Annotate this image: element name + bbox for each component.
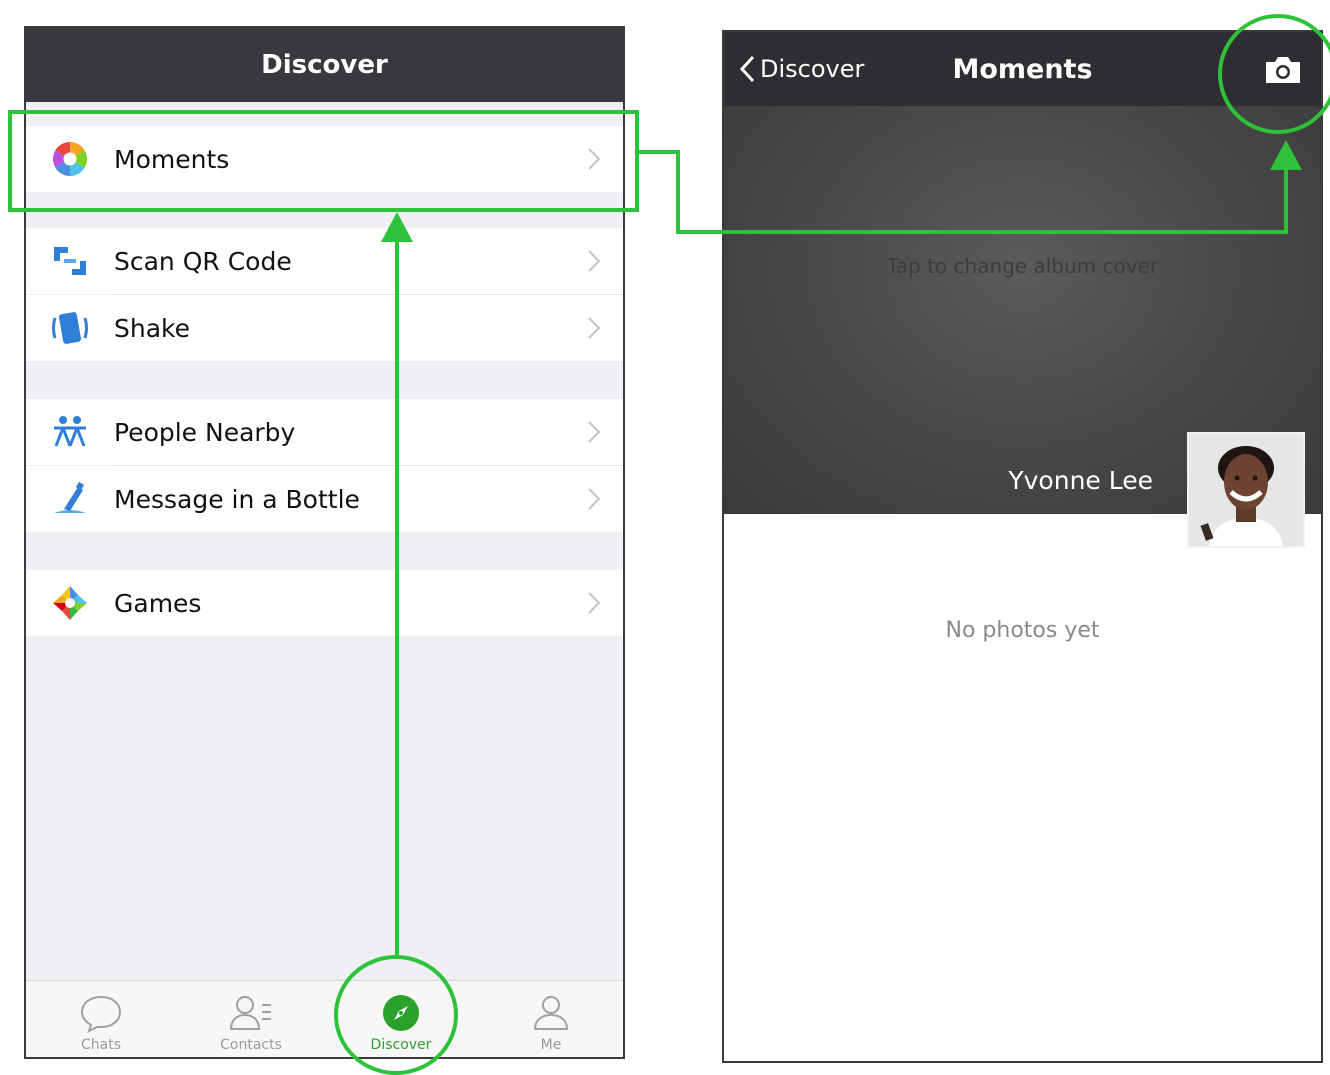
bottle-icon [54,481,86,513]
chevron-right-icon [588,317,601,339]
menu-item-people-nearby[interactable]: People Nearby [26,399,623,465]
tab-label: Chats [80,1037,121,1053]
empty-state-text: No photos yet [945,618,1100,643]
menu-item-label: People Nearby [114,417,296,447]
tab-discover[interactable]: Discover [326,981,476,1057]
menu-item-shake[interactable]: Shake [26,295,623,361]
page-title: Moments [952,54,1093,85]
chevron-right-icon [588,488,601,510]
chevron-right-icon [588,421,601,443]
menu-item-label: Message in a Bottle [114,484,360,514]
chevron-right-icon [588,148,601,170]
discover-screen: Discover Moments Scan QR Code Shake Peop… [24,26,625,1059]
tab-label: Me [540,1037,562,1053]
chat-bubble-icon [80,995,122,1033]
people-nearby-icon [54,416,86,447]
compass-icon [383,995,419,1031]
shake-icon [52,312,88,344]
camera-icon[interactable] [1263,54,1303,86]
menu-item-label: Shake [114,313,191,343]
person-icon [533,996,569,1030]
contacts-icon [229,996,271,1030]
tab-bar: Chats Contacts Discover Me [26,980,623,1057]
avatar-photo [1189,434,1303,546]
menu-item-scan-qr-code[interactable]: Scan QR Code [26,228,623,294]
tab-chats[interactable]: Chats [26,981,176,1057]
discover-title: Discover [261,50,388,80]
chevron-right-icon [588,250,601,272]
moments-navbar: Discover Moments [724,32,1321,106]
tab-contacts[interactable]: Contacts [176,981,326,1057]
tab-label: Discover [370,1037,432,1053]
user-name: Yvonne Lee [1008,466,1153,495]
menu-item-message-in-a-bottle[interactable]: Message in a Bottle [26,466,623,532]
menu-item-label: Moments [114,144,230,174]
discover-navbar: Discover [26,28,623,102]
menu-item-label: Scan QR Code [114,246,292,276]
tab-me[interactable]: Me [476,981,623,1057]
scan-qr-icon [54,247,86,275]
avatar[interactable] [1187,432,1305,548]
chevron-right-icon [588,592,601,614]
menu-item-moments[interactable]: Moments [26,126,623,192]
album-cover-hint: Tap to change album cover [886,254,1159,278]
menu-item-games[interactable]: Games [26,570,623,636]
games-icon [53,586,87,620]
moments-screen: Tap to change album cover Yvonne Lee Dis… [722,30,1323,1063]
menu-item-label: Games [114,588,202,618]
tab-label: Contacts [220,1037,282,1053]
moments-icon [53,142,87,176]
